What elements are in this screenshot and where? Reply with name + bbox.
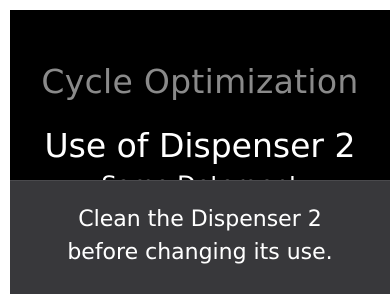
notice-toast-line-1: Clean the Dispenser 2 (78, 206, 322, 232)
notice-toast: Clean the Dispenser 2 before changing it… (10, 180, 390, 294)
notice-toast-line-2: before changing its use. (67, 239, 333, 265)
appliance-screen: Cycle Optimization Use of Dispenser 2 Sa… (10, 10, 390, 294)
appliance-display-frame: Cycle Optimization Use of Dispenser 2 Sa… (0, 0, 390, 294)
selected-menu-item[interactable]: Use of Dispenser 2 (10, 126, 390, 166)
menu-title: Cycle Optimization (41, 62, 359, 101)
